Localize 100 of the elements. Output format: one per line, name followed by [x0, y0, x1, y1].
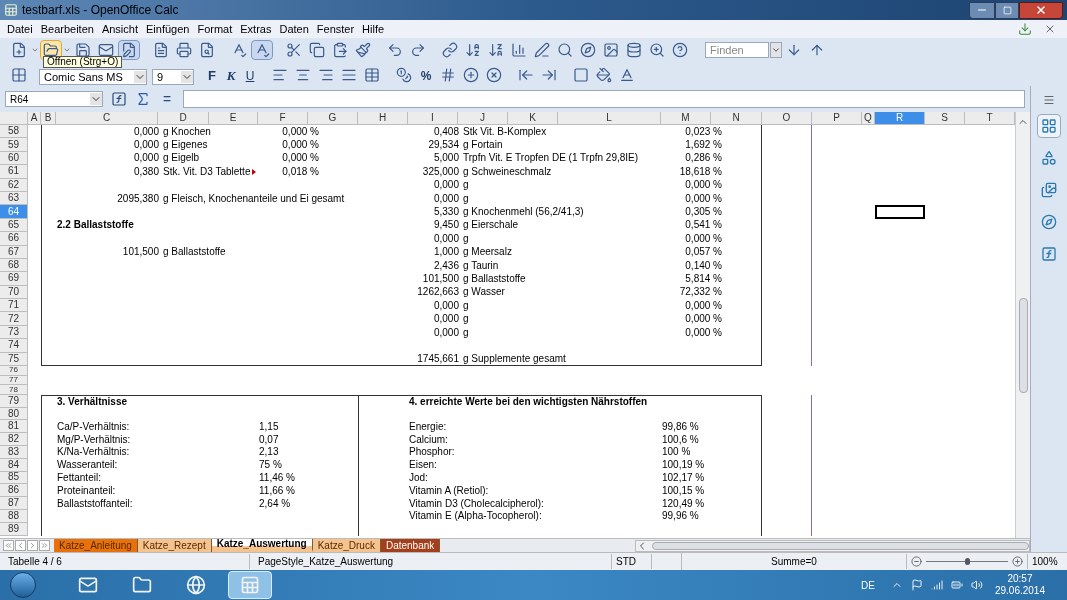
column-header[interactable]: T [965, 112, 1015, 125]
column-header[interactable]: S [925, 112, 965, 125]
column-header[interactable]: L [558, 112, 661, 125]
edit-file-button[interactable] [118, 40, 140, 60]
sum-icon[interactable] [135, 91, 151, 107]
scrollbar-thumb[interactable] [651, 541, 1029, 550]
zoom-slider[interactable] [926, 556, 1008, 567]
column-header[interactable]: J [458, 112, 508, 125]
column-header[interactable]: E [209, 112, 258, 125]
formula-input[interactable] [183, 90, 1025, 108]
menu-item[interactable]: Hilfe [358, 20, 389, 38]
column-header[interactable]: I [408, 112, 458, 125]
column-header[interactable]: N [711, 112, 762, 125]
previous-sheet-icon[interactable] [15, 540, 26, 551]
amount-text: 0,380 [132, 166, 159, 177]
mail-app-icon [78, 575, 98, 595]
row-header[interactable]: 66 [0, 232, 28, 246]
flag-icon[interactable] [910, 579, 923, 591]
update-icon[interactable] [1018, 22, 1032, 36]
percent-format-button[interactable]: % [416, 67, 436, 85]
menu-icon[interactable] [1043, 94, 1055, 106]
menu-item[interactable]: Daten [275, 20, 313, 38]
scrollbar-thumb[interactable] [1018, 298, 1028, 393]
maximize-button[interactable] [995, 1, 1019, 19]
menu-item[interactable]: Einfügen [142, 20, 194, 38]
corner-cell[interactable] [0, 112, 28, 125]
menu-item[interactable]: Fenster [312, 20, 359, 38]
row-header[interactable]: 87 [0, 497, 28, 510]
row-header[interactable]: 83 [0, 446, 28, 459]
ingredient-label: g Ballaststoffe [163, 247, 226, 258]
undo-icon [387, 42, 403, 58]
menu-item[interactable]: Format [193, 20, 237, 38]
row-header[interactable]: 82 [0, 433, 28, 446]
row-header[interactable]: 59 [0, 138, 28, 152]
next-sheet-icon[interactable] [27, 540, 38, 551]
italic-button[interactable]: K [222, 65, 240, 85]
column-header[interactable]: G [308, 112, 358, 125]
caret-icon[interactable] [31, 46, 39, 54]
horizontal-scrollbar[interactable] [635, 539, 1030, 552]
percent-text: 0,000 % [684, 233, 722, 244]
autospellcheck-button[interactable] [251, 40, 273, 60]
row-header[interactable]: 58 [0, 125, 28, 139]
clock-time[interactable]: 20:57 [1007, 573, 1033, 585]
close-document-icon[interactable] [1044, 23, 1056, 35]
sheet-tab[interactable]: Katze_Anleitung [54, 539, 138, 552]
column-header[interactable]: B [41, 112, 56, 125]
keyboard-language[interactable]: DE [861, 577, 875, 593]
column-header[interactable]: F [258, 112, 308, 125]
column-header[interactable]: D [158, 112, 209, 125]
ingredient-label: g Ballaststoffe [462, 274, 527, 284]
close-button[interactable] [1019, 1, 1063, 19]
menu-item[interactable]: Ansicht [97, 20, 142, 38]
column-header[interactable]: O [762, 112, 812, 125]
menu-item[interactable]: Datei [3, 20, 37, 38]
vertical-scrollbar[interactable] [1015, 112, 1030, 538]
bold-button[interactable]: F [203, 65, 221, 85]
column-header[interactable]: M [661, 112, 711, 125]
row-header[interactable]: 74 [0, 339, 28, 353]
formula-button[interactable]: = [159, 88, 176, 110]
sheet-tab[interactable]: Katze_Rezept [137, 539, 212, 552]
font-name-field[interactable]: Comic Sans MS [39, 69, 147, 85]
row-header[interactable]: 69 [0, 272, 28, 286]
row-header[interactable]: 72 [0, 312, 28, 326]
font-size-field[interactable]: 9 [152, 69, 194, 85]
sheet-tab[interactable]: Katze_Auswertung [211, 539, 313, 552]
menu-item[interactable]: Extras [236, 20, 276, 38]
zoom-out-icon[interactable] [911, 556, 922, 567]
row-header[interactable]: 86 [0, 484, 28, 498]
sheet-tab[interactable]: Datenbank [380, 539, 441, 552]
name-box[interactable]: R64 [5, 91, 103, 107]
column-header[interactable]: Q [862, 112, 875, 125]
ratio-label: Wasseranteil: [57, 460, 119, 471]
row-header[interactable]: 76 [0, 366, 28, 376]
minimize-button[interactable] [969, 1, 995, 19]
row-header[interactable]: 61 [0, 165, 28, 179]
column-header[interactable]: K [508, 112, 558, 125]
column-header[interactable]: P [812, 112, 862, 125]
battery-icon[interactable] [950, 579, 963, 591]
start-button[interactable] [10, 572, 36, 598]
column-header[interactable]: H [358, 112, 408, 125]
clock-date[interactable]: 29.06.2014 [994, 585, 1045, 597]
amount-text: 0,000 [132, 140, 159, 151]
function-wizard-icon[interactable] [111, 91, 127, 107]
sheet-tab[interactable]: Katze_Druck [312, 539, 381, 552]
menu-item[interactable]: Bearbeiten [36, 20, 98, 38]
zoom-in-icon[interactable] [1012, 556, 1023, 567]
caret-icon[interactable] [63, 46, 71, 54]
find-field[interactable]: Finden [705, 42, 769, 58]
ingredient-label: g Eigenes [163, 140, 208, 151]
volume-icon[interactable] [970, 579, 983, 591]
zoom-slider-thumb[interactable] [965, 558, 970, 565]
row-header[interactable]: 71 [0, 299, 28, 313]
nutrient-value: 100,15 % [662, 485, 705, 496]
styles-tab[interactable] [1037, 114, 1061, 138]
nutrient-value: 99,96 % [662, 511, 699, 522]
column-header[interactable]: A [28, 112, 41, 125]
underline-button[interactable]: U [241, 67, 259, 85]
column-header[interactable]: C [56, 112, 158, 125]
row-header[interactable]: 81 [0, 420, 28, 434]
row-header[interactable]: 78 [0, 385, 28, 395]
